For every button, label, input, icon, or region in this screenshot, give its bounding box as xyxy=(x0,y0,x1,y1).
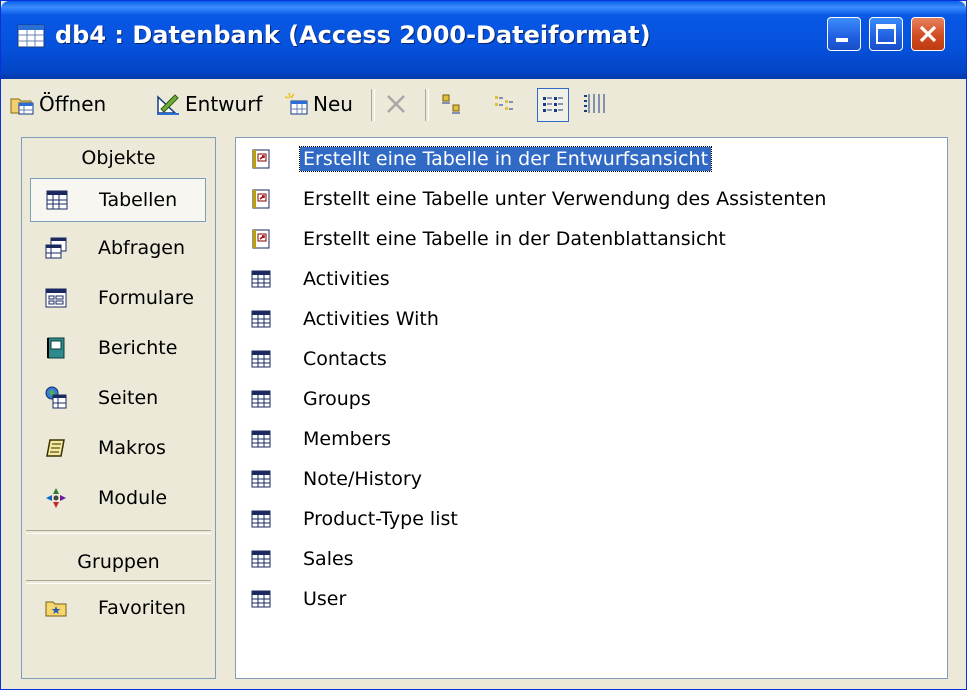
query-icon xyxy=(45,237,67,259)
list-item-shortcut[interactable]: Erstellt eine Tabelle in der Entwurfsans… xyxy=(250,142,713,176)
table-name: Note/History xyxy=(303,468,422,490)
sidebar-divider xyxy=(26,530,211,534)
table-icon xyxy=(251,270,271,288)
maximize-icon xyxy=(876,24,896,44)
table-name: Activities With xyxy=(303,308,439,330)
table-item[interactable]: Activities With xyxy=(250,302,442,336)
table-name: Contacts xyxy=(303,348,387,370)
list-view-button[interactable] xyxy=(537,88,569,122)
form-icon xyxy=(45,288,67,308)
macro-icon xyxy=(46,439,65,457)
minimize-icon xyxy=(836,38,848,42)
objects-header[interactable]: Objekte xyxy=(22,140,215,176)
table-item[interactable]: Contacts xyxy=(250,342,390,376)
table-name: Groups xyxy=(303,388,371,410)
table-icon xyxy=(251,350,271,368)
maximize-button[interactable] xyxy=(869,17,903,51)
list-item-label: Erstellt eine Tabelle unter Verwendung d… xyxy=(303,188,827,210)
sidebar-item-label: Makros xyxy=(98,437,166,459)
table-icon xyxy=(251,430,271,448)
report-icon xyxy=(47,337,65,359)
object-list: Erstellt eine Tabelle in der Entwurfsans… xyxy=(235,137,948,679)
database-window: db4 : Datenbank (Access 2000-Dateiformat… xyxy=(0,0,967,690)
table-item[interactable]: Groups xyxy=(250,382,374,416)
table-icon xyxy=(46,190,68,210)
open-button[interactable]: Öffnen xyxy=(9,87,106,121)
sidebar-item-label: Tabellen xyxy=(99,189,178,211)
table-icon xyxy=(251,590,271,608)
table-name: Sales xyxy=(303,548,354,570)
new-icon xyxy=(284,92,308,115)
sidebar-item-seiten[interactable]: Seiten xyxy=(30,376,206,420)
table-name: User xyxy=(303,588,347,610)
sidebar-item-abfragen[interactable]: Abfragen xyxy=(30,226,206,270)
delete-icon xyxy=(387,95,405,113)
table-item[interactable]: Product-Type list xyxy=(250,502,461,536)
table-name: Product-Type list xyxy=(303,508,458,530)
table-item[interactable]: User xyxy=(250,582,349,616)
table-icon xyxy=(251,310,271,328)
table-icon xyxy=(251,470,271,488)
sidebar-group-favoriten[interactable]: Favoriten xyxy=(30,586,206,630)
open-label: Öffnen xyxy=(39,92,107,116)
minimize-button[interactable] xyxy=(827,17,861,51)
design-button[interactable]: Entwurf xyxy=(155,87,262,121)
module-icon xyxy=(46,488,66,508)
sidebar-item-label: Favoriten xyxy=(98,597,186,619)
sidebar-item-berichte[interactable]: Berichte xyxy=(30,326,206,370)
table-icon xyxy=(251,390,271,408)
shortcut-icon xyxy=(252,189,270,209)
details-view-icon xyxy=(584,94,605,113)
database-window-icon[interactable] xyxy=(17,22,47,50)
new-label: Neu xyxy=(313,92,353,116)
sidebar-item-label: Module xyxy=(98,487,168,509)
sidebar-item-makros[interactable]: Makros xyxy=(30,426,206,470)
table-item[interactable]: Activities xyxy=(250,262,393,296)
list-item-label: Erstellt eine Tabelle in der Entwurfsans… xyxy=(298,146,713,172)
page-icon xyxy=(45,386,67,409)
design-label: Entwurf xyxy=(185,92,263,116)
shortcut-icon xyxy=(252,229,270,249)
table-item[interactable]: Note/History xyxy=(250,462,425,496)
open-icon xyxy=(10,98,34,115)
close-button[interactable] xyxy=(911,17,945,51)
small-icons-button[interactable] xyxy=(491,87,521,121)
sidebar-divider xyxy=(26,580,211,584)
sidebar-item-label: Berichte xyxy=(98,337,178,359)
small-icons-icon xyxy=(495,96,513,110)
window-body: Objekte Tabellen Abfragen Formulare Beri… xyxy=(21,137,948,679)
table-name: Activities xyxy=(303,268,390,290)
table-icon xyxy=(251,550,271,568)
objects-bar: Objekte Tabellen Abfragen Formulare Beri… xyxy=(21,137,216,679)
toolbar: Öffnen Entwurf Neu xyxy=(5,81,962,127)
sidebar-item-label: Seiten xyxy=(98,387,159,409)
close-icon xyxy=(919,25,937,43)
table-icon xyxy=(251,510,271,528)
favorites-folder-icon xyxy=(45,601,67,617)
sidebar-item-label: Abfragen xyxy=(98,237,185,259)
table-item[interactable]: Members xyxy=(250,422,394,456)
groups-header[interactable]: Gruppen xyxy=(22,544,215,580)
table-name: Members xyxy=(303,428,392,450)
title-bar[interactable]: db4 : Datenbank (Access 2000-Dateiformat… xyxy=(1,1,966,79)
large-icons-button[interactable] xyxy=(439,87,469,121)
shortcut-icon xyxy=(252,149,270,169)
list-item-shortcut[interactable]: Erstellt eine Tabelle unter Verwendung d… xyxy=(250,182,829,216)
window-title: db4 : Datenbank (Access 2000-Dateiformat… xyxy=(55,21,651,49)
sidebar-item-label: Formulare xyxy=(98,287,194,309)
large-icons-icon xyxy=(442,94,460,114)
design-icon xyxy=(157,94,179,115)
new-button[interactable]: Neu xyxy=(283,87,353,121)
details-view-button[interactable] xyxy=(581,87,611,121)
sidebar-item-formulare[interactable]: Formulare xyxy=(30,276,206,320)
list-view-icon xyxy=(543,97,563,112)
list-item-shortcut[interactable]: Erstellt eine Tabelle in der Datenblatta… xyxy=(250,222,729,256)
list-item-label: Erstellt eine Tabelle in der Datenblatta… xyxy=(303,228,726,250)
sidebar-item-tabellen[interactable]: Tabellen xyxy=(30,178,206,222)
table-item[interactable]: Sales xyxy=(250,542,357,576)
delete-button[interactable] xyxy=(383,87,413,121)
toolbar-separator xyxy=(425,89,429,121)
toolbar-separator xyxy=(371,89,375,121)
sidebar-item-module[interactable]: Module xyxy=(30,476,206,520)
